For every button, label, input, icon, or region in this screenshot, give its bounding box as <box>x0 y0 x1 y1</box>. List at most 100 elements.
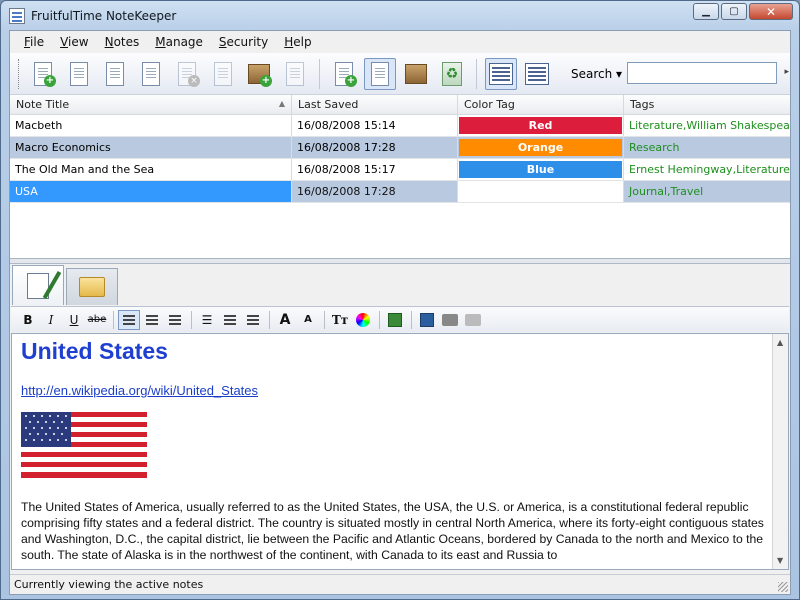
menu-view[interactable]: View <box>52 33 96 51</box>
note-title-cell: USA <box>10 181 292 202</box>
align-center-icon <box>146 314 158 325</box>
resize-grip-icon[interactable] <box>778 582 788 592</box>
table-row[interactable]: Macro Economics 16/08/2008 17:28 Orange … <box>10 137 790 159</box>
toolbar-separator <box>269 310 270 329</box>
print-note-button[interactable] <box>439 310 461 330</box>
grow-font-button[interactable]: A <box>274 310 296 330</box>
align-left-button[interactable] <box>118 309 140 330</box>
edit-note-button[interactable] <box>63 58 95 90</box>
tab-note-editor[interactable] <box>12 265 64 305</box>
toolbar-separator <box>113 310 114 329</box>
scroll-down-icon[interactable]: ▼ <box>777 556 783 565</box>
new-note-button[interactable]: + <box>27 58 59 90</box>
recycle-bin-button[interactable]: ♻ <box>436 58 468 90</box>
delete-note-button[interactable]: × <box>171 58 203 90</box>
column-header-note-title[interactable]: Note Title ▲ <box>10 95 292 114</box>
menu-notes-accel: N <box>104 35 114 49</box>
print-button[interactable] <box>279 58 311 90</box>
indent-icon <box>247 314 259 325</box>
pane-splitter[interactable] <box>10 259 790 264</box>
note-title-cell: Macbeth <box>10 115 292 136</box>
print-preview-button[interactable] <box>462 310 484 330</box>
menu-view-accel: V <box>60 35 69 49</box>
align-left-icon <box>123 314 135 325</box>
last-saved-cell: 16/08/2008 15:14 <box>292 115 458 136</box>
menu-notes[interactable]: Notes <box>97 33 148 51</box>
add-to-archive-button[interactable]: + <box>243 58 275 90</box>
copy-note-icon <box>106 61 124 86</box>
menu-security-accel: S <box>218 35 227 49</box>
align-center-button[interactable] <box>141 310 163 330</box>
note-editor[interactable]: United States http://en.wikipedia.org/wi… <box>11 333 789 570</box>
plus-badge-icon: + <box>345 74 357 87</box>
insert-image-button[interactable] <box>384 310 406 330</box>
document-link[interactable]: http://en.wikipedia.org/wiki/United_Stat… <box>21 383 764 398</box>
archive-icon <box>405 63 427 84</box>
column-header-last-saved[interactable]: Last Saved <box>292 95 458 114</box>
active-notes-icon <box>371 61 389 86</box>
formatting-toolbar: B I U abe ☰ A A Tт <box>11 306 789 332</box>
title-bar[interactable]: FruitfulTime NoteKeeper ▁ ▢ ✕ <box>1 1 799 30</box>
column-label: Note Title <box>16 98 70 111</box>
window-title: FruitfulTime NoteKeeper <box>31 8 177 23</box>
table-row-selected[interactable]: USA 16/08/2008 17:28 Journal,Travel <box>10 181 790 203</box>
menu-help[interactable]: Help <box>276 33 319 51</box>
column-header-color-tag[interactable]: Color Tag <box>458 95 624 114</box>
print-icon <box>286 61 304 86</box>
main-toolbar: + × + + ♻ Search ▾ ▸ <box>10 53 790 95</box>
maximize-button[interactable]: ▢ <box>721 3 747 20</box>
list-view-icon <box>489 62 513 85</box>
save-button[interactable] <box>416 310 438 330</box>
merge-notes-button[interactable] <box>207 58 239 90</box>
toolbar-overflow-icon[interactable]: ▸ <box>784 67 789 77</box>
minimize-button[interactable]: ▁ <box>693 3 719 20</box>
restore-note-button[interactable] <box>135 58 167 90</box>
menu-manage-label: anage <box>165 35 203 49</box>
status-bar: Currently viewing the active notes <box>10 574 790 594</box>
sort-ascending-icon: ▲ <box>278 99 285 108</box>
outdent-button[interactable] <box>219 310 241 330</box>
column-header-tags[interactable]: Tags <box>624 95 790 114</box>
archive-button[interactable] <box>400 58 432 90</box>
menu-security[interactable]: Security <box>211 33 276 51</box>
toolbar-separator <box>319 58 320 89</box>
table-row[interactable]: Macbeth 16/08/2008 15:14 Red Literature,… <box>10 115 790 137</box>
detail-view-button[interactable] <box>521 58 553 90</box>
color-tag-cell <box>458 181 624 202</box>
bold-button[interactable]: B <box>17 310 39 330</box>
editor-scrollbar[interactable]: ▲ ▼ <box>772 334 788 569</box>
last-saved-cell: 16/08/2008 15:17 <box>292 159 458 180</box>
active-notes-button[interactable] <box>364 57 396 90</box>
close-button[interactable]: ✕ <box>749 3 793 20</box>
tags-cell: Journal,Travel <box>624 181 790 202</box>
align-right-icon <box>169 314 181 325</box>
new-category-button[interactable]: + <box>328 58 360 90</box>
search-dropdown[interactable]: Search ▾ <box>571 67 622 81</box>
color-wheel-icon <box>356 312 370 327</box>
copy-note-button[interactable] <box>99 58 131 90</box>
shrink-font-button[interactable]: A <box>297 310 319 330</box>
scroll-up-icon[interactable]: ▲ <box>777 338 783 347</box>
menu-manage-accel: M <box>155 35 166 49</box>
tab-attachments[interactable] <box>66 268 118 305</box>
text-color-button[interactable] <box>352 310 374 330</box>
menu-manage[interactable]: Manage <box>147 33 211 51</box>
italic-button[interactable]: I <box>40 310 62 330</box>
restore-note-icon <box>142 61 160 86</box>
strikethrough-button[interactable]: abe <box>86 310 108 330</box>
app-icon[interactable] <box>9 7 25 24</box>
table-row[interactable]: The Old Man and the Sea 16/08/2008 15:17… <box>10 159 790 181</box>
align-right-button[interactable] <box>164 310 186 330</box>
tags-cell: Literature,William Shakespeare <box>629 119 790 132</box>
toolbar-grip[interactable] <box>18 58 21 89</box>
list-view-button[interactable] <box>485 57 517 90</box>
tags-cell: Research <box>629 141 680 154</box>
font-button[interactable]: Tт <box>329 310 351 330</box>
bullets-button[interactable]: ☰ <box>196 310 218 330</box>
underline-button[interactable]: U <box>63 310 85 330</box>
menu-file[interactable]: File <box>16 33 52 51</box>
tags-cell: Ernest Hemingway,Literature <box>629 163 790 176</box>
search-input[interactable] <box>627 62 777 84</box>
color-tag-cell: Orange <box>458 137 624 158</box>
indent-button[interactable] <box>242 310 264 330</box>
